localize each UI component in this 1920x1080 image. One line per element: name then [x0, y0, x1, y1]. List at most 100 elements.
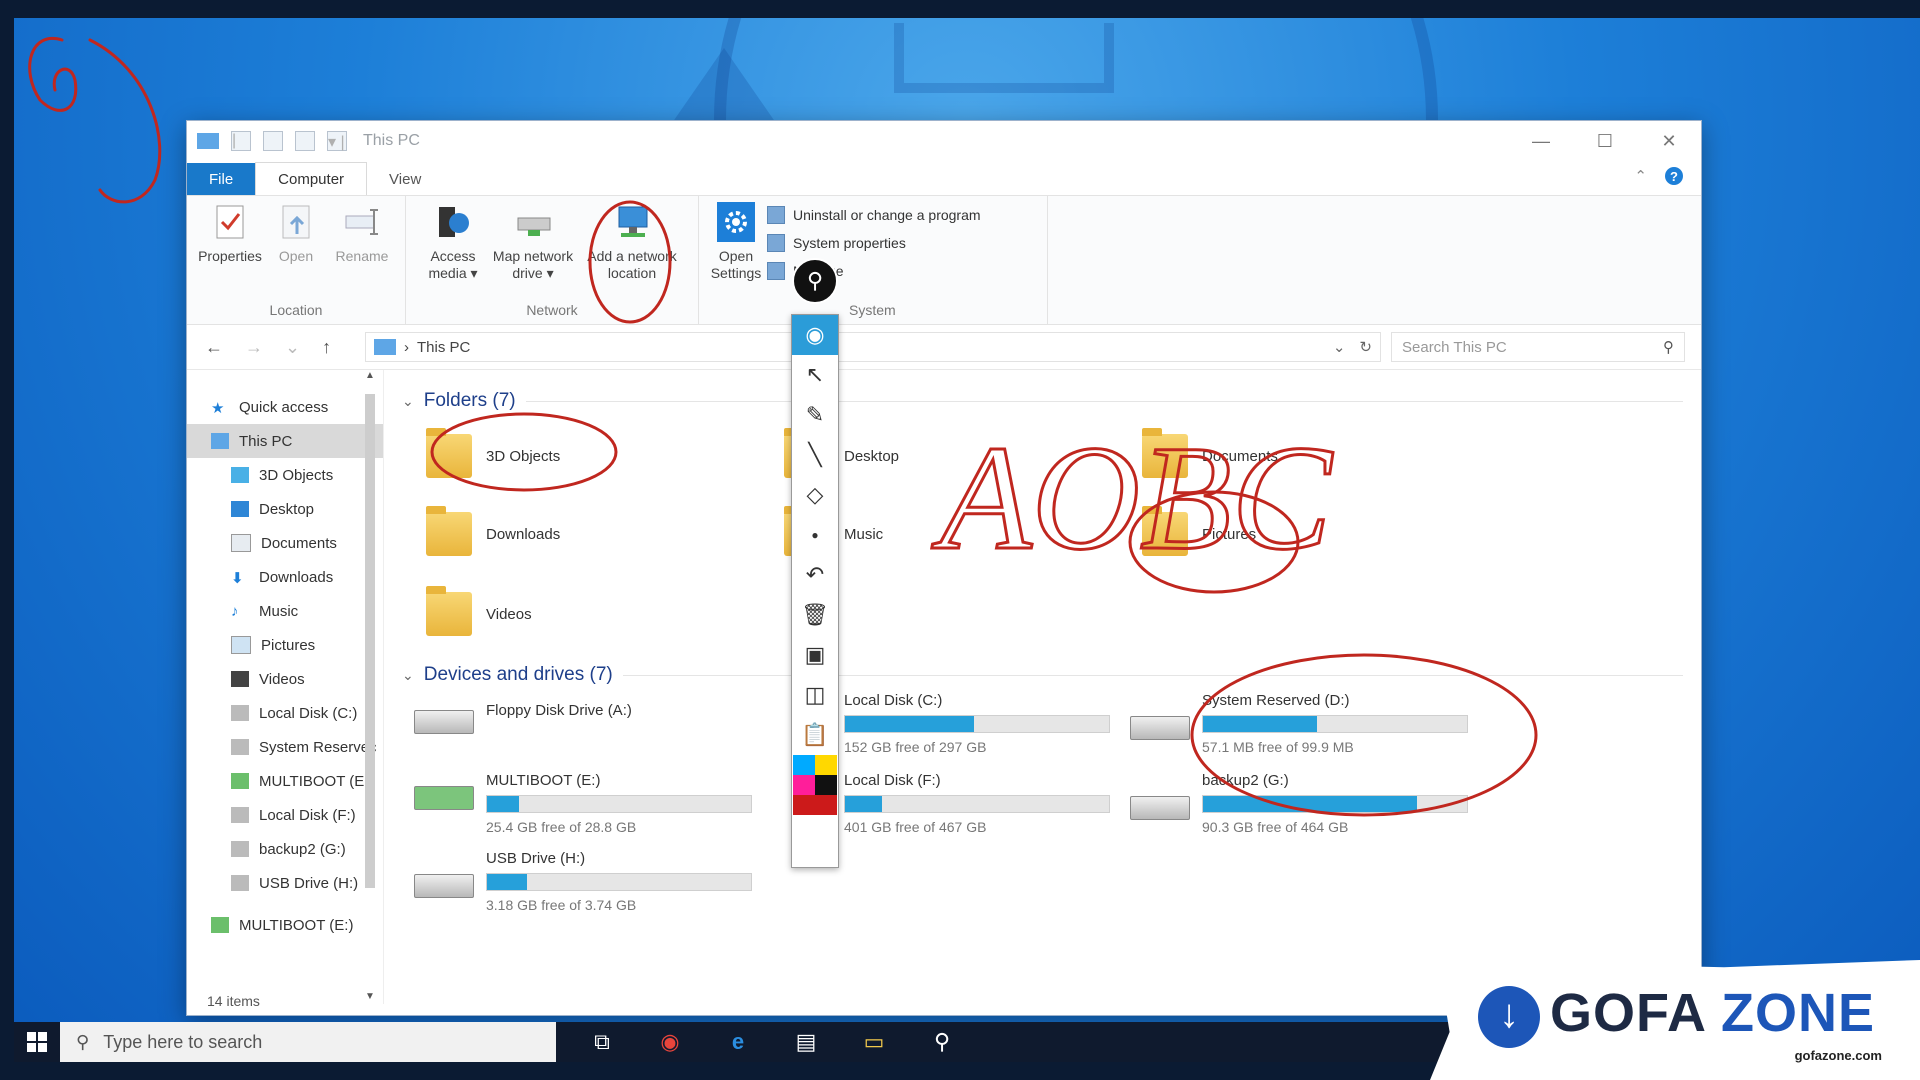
nav-local-disk-f[interactable]: Local Disk (F:) — [187, 798, 383, 832]
nav-usb-drive-h[interactable]: USB Drive (H:) — [187, 866, 383, 900]
line-icon[interactable]: ╲ — [792, 435, 838, 475]
nav-local-disk-c[interactable]: Local Disk (C:) — [187, 696, 383, 730]
logo-wordmark: GOFA ZONE — [1550, 983, 1876, 1043]
highlighter-icon[interactable]: ✎ — [792, 395, 838, 435]
pin-icon[interactable]: ⚲ — [792, 258, 838, 304]
start-button[interactable] — [14, 1022, 60, 1062]
open-settings-button[interactable]: Open Settings — [705, 196, 767, 282]
close-button[interactable]: ✕ — [1637, 121, 1701, 161]
refresh-icon[interactable]: ↻ — [1359, 338, 1372, 356]
address-bar[interactable]: › This PC ⌄ ↻ — [365, 332, 1381, 362]
eraser-icon[interactable]: ◇ — [792, 475, 838, 515]
drive-icon — [231, 739, 249, 755]
color-swatch[interactable] — [793, 775, 815, 795]
folder-downloads[interactable]: Downloads — [426, 506, 560, 556]
wallpaper-box — [894, 23, 1114, 93]
capacity-fill — [1203, 796, 1417, 812]
nav-multiboot-e-root[interactable]: MULTIBOOT (E:) — [187, 908, 383, 942]
system-properties-link[interactable]: System properties — [767, 234, 981, 252]
collapse-chevron-icon[interactable]: ⌄ — [402, 667, 414, 684]
nav-this-pc[interactable]: This PC — [187, 424, 383, 458]
capacity-bar — [1202, 795, 1468, 813]
screen-icon[interactable]: ▣ — [792, 635, 838, 675]
maximize-button[interactable]: ☐ — [1573, 121, 1637, 161]
nav-documents[interactable]: Documents — [187, 526, 383, 560]
minimize-button[interactable]: — — [1509, 121, 1573, 161]
folder-pictures[interactable]: Pictures — [1142, 506, 1256, 556]
open-icon — [277, 202, 315, 242]
color-swatch[interactable] — [815, 755, 837, 775]
clipboard-icon[interactable]: 📋 — [792, 715, 838, 755]
nav-3d-objects[interactable]: 3D Objects — [187, 458, 383, 492]
dot-icon[interactable]: ● — [792, 515, 838, 555]
store-icon[interactable]: ▤ — [790, 1026, 822, 1058]
tab-computer[interactable]: Computer — [255, 162, 368, 195]
nav-system-reserved[interactable]: System Reservec — [187, 730, 383, 764]
pen-tool-icon[interactable]: ⚲ — [926, 1026, 958, 1058]
open-button[interactable]: Open — [265, 202, 327, 298]
collapse-chevron-icon[interactable]: ⌄ — [402, 393, 414, 410]
add-network-location-button[interactable]: Add a network location — [582, 202, 682, 298]
nav-backup2-g[interactable]: backup2 (G:) — [187, 832, 383, 866]
properties-button[interactable]: Properties — [198, 202, 262, 298]
drive-d[interactable]: System Reserved (D:) 57.1 MB free of 99.… — [1130, 692, 1468, 755]
nav-multiboot-e[interactable]: MULTIBOOT (E:) — [187, 764, 383, 798]
undo-icon[interactable]: ↶ — [792, 555, 838, 595]
pointer-icon[interactable]: ↖ — [792, 355, 838, 395]
scroll-up-icon[interactable]: ▲ — [363, 370, 377, 381]
properties-quick-icon[interactable] — [263, 131, 283, 151]
drive-a[interactable]: Floppy Disk Drive (A:) — [414, 702, 632, 734]
chrome-icon[interactable]: ◉ — [654, 1026, 686, 1058]
drives-header[interactable]: ⌄ Devices and drives (7) — [402, 660, 1683, 690]
nav-videos[interactable]: Videos — [187, 662, 383, 696]
task-view-icon[interactable]: ⧉ — [586, 1026, 618, 1058]
edge-icon[interactable]: e — [722, 1026, 754, 1058]
color-swatch[interactable] — [815, 775, 837, 795]
back-arrow-icon[interactable]: ← — [205, 337, 223, 358]
drive-f[interactable]: Local Disk (F:) 401 GB free of 467 GB — [844, 772, 1110, 835]
navpane-scrollbar[interactable]: ▲ ▼ — [363, 370, 377, 1004]
nav-desktop[interactable]: Desktop — [187, 492, 383, 526]
tab-view[interactable]: View — [367, 163, 443, 195]
settings-gear-icon — [717, 202, 755, 242]
folder-3d-objects[interactable]: 3D Objects — [426, 428, 560, 478]
up-arrow-icon[interactable]: ↑ — [322, 337, 331, 358]
access-media-button[interactable]: Access media ▾ — [422, 202, 484, 298]
tab-file[interactable]: File — [187, 163, 256, 195]
capacity-fill — [487, 874, 527, 890]
folder-documents[interactable]: Documents — [1142, 428, 1278, 478]
trash-icon[interactable]: 🗑 — [792, 595, 838, 635]
rename-button[interactable]: Rename — [331, 202, 393, 298]
drive-c[interactable]: Local Disk (C:) 152 GB free of 297 GB — [844, 692, 1110, 755]
drive-e[interactable]: MULTIBOOT (E:) 25.4 GB free of 28.8 GB — [414, 772, 752, 835]
nav-pictures[interactable]: Pictures — [187, 628, 383, 662]
drive-h[interactable]: USB Drive (H:) 3.18 GB free of 3.74 GB — [414, 850, 752, 913]
forward-arrow-icon[interactable]: → — [245, 337, 263, 358]
nav-downloads[interactable]: ⬇ Downloads — [187, 560, 383, 594]
address-dropdown-icon[interactable]: ⌄ — [1333, 338, 1346, 356]
scrollbar-thumb[interactable] — [365, 394, 375, 888]
color-swatch[interactable] — [793, 755, 815, 775]
file-explorer-icon[interactable]: ▭ — [858, 1026, 890, 1058]
breadcrumb[interactable]: This PC — [417, 339, 470, 356]
map-network-drive-button[interactable]: Map network drive ▾ — [488, 202, 578, 298]
camera-icon[interactable]: ◫ — [792, 675, 838, 715]
recent-locations-icon[interactable]: ⌄ — [285, 337, 300, 358]
help-icon[interactable]: ? — [1665, 167, 1683, 185]
nav-quick-access[interactable]: ★ Quick access — [187, 390, 383, 424]
this-pc-icon — [211, 433, 229, 449]
eye-icon[interactable]: ◉ — [792, 315, 838, 355]
collapse-ribbon-icon[interactable]: ⌃ — [1634, 167, 1647, 185]
color-swatch[interactable] — [815, 795, 837, 815]
breadcrumb-chevron-icon[interactable]: › — [404, 339, 409, 356]
taskbar-search[interactable]: ⚲ Type here to search — [60, 1022, 556, 1062]
customize-quick-icon[interactable]: ▾ | — [327, 131, 347, 151]
new-folder-quick-icon[interactable] — [295, 131, 315, 151]
uninstall-program-link[interactable]: Uninstall or change a program — [767, 206, 981, 224]
folders-header[interactable]: ⌄ Folders (7) — [402, 386, 1683, 416]
nav-music[interactable]: ♪ Music — [187, 594, 383, 628]
color-swatch[interactable] — [793, 795, 815, 815]
search-input[interactable]: Search This PC ⚲ — [1391, 332, 1685, 362]
folder-videos[interactable]: Videos — [426, 586, 532, 636]
drive-g[interactable]: backup2 (G:) 90.3 GB free of 464 GB — [1130, 772, 1468, 835]
